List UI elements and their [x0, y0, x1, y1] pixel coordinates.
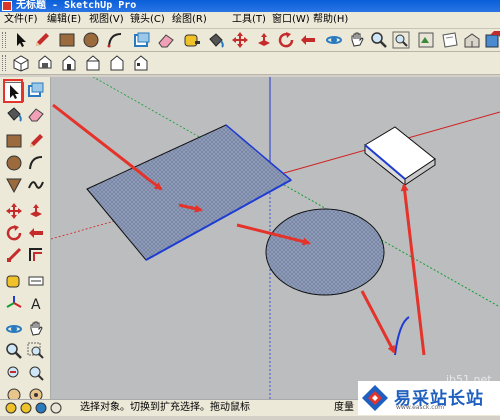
push-pull-icon[interactable] — [27, 202, 45, 220]
main-toolbar — [0, 29, 500, 52]
zoom-tool-icon[interactable] — [5, 342, 23, 360]
circle-tool-icon[interactable] — [82, 31, 100, 49]
text-tool-icon[interactable]: A — [27, 294, 45, 312]
follow-me-icon[interactable] — [27, 224, 45, 242]
orbit-tool-icon[interactable] — [5, 320, 23, 338]
drawing-viewport[interactable] — [51, 77, 500, 399]
move-tool-icon[interactable] — [231, 31, 249, 49]
rectangle-face[interactable] — [86, 124, 292, 261]
status-icons — [4, 401, 64, 420]
axes-tool-icon[interactable] — [5, 294, 23, 312]
make-component-icon[interactable] — [27, 81, 45, 99]
annotation-arrow — [52, 103, 163, 191]
zoom-window-icon[interactable] — [27, 342, 45, 360]
measurement-label: 度量 — [334, 402, 354, 413]
menu-edit[interactable]: 编辑(E) — [47, 12, 81, 28]
menu-view[interactable]: 视图(V) — [89, 12, 124, 28]
make-component-icon[interactable] — [133, 31, 151, 49]
zoom-extents-icon[interactable] — [392, 31, 410, 49]
pan-tool-icon[interactable] — [27, 320, 45, 338]
tape-measure-icon[interactable] — [183, 31, 201, 49]
circle-tool-icon[interactable] — [5, 154, 23, 172]
top-view-icon[interactable] — [36, 54, 54, 72]
right-view-icon[interactable] — [84, 54, 102, 72]
offset-tool-icon[interactable] — [27, 246, 45, 264]
menu-help[interactable]: 帮助(H) — [313, 12, 348, 28]
watermark: 易采站长站 www.easck.com — [358, 381, 500, 415]
menu-camera[interactable]: 镜头(C) — [130, 12, 165, 28]
push-pull-icon[interactable] — [255, 31, 273, 49]
pencil-tool-icon[interactable] — [33, 31, 51, 49]
move-tool-icon[interactable] — [5, 202, 23, 220]
materials-icon[interactable] — [441, 31, 459, 49]
dimension-tool-icon[interactable] — [27, 272, 45, 290]
rectangle-tool-icon[interactable] — [5, 132, 23, 150]
menu-file[interactable]: 文件(F) — [4, 12, 38, 28]
scale-tool-icon[interactable] — [5, 246, 23, 264]
select-tool-icon[interactable] — [12, 31, 30, 49]
watermark-url: www.easck.com — [396, 404, 445, 411]
left-view-icon[interactable] — [132, 54, 150, 72]
front-view-icon[interactable] — [60, 54, 78, 72]
left-tool-palette: A — [0, 77, 51, 402]
select-tool-highlight — [3, 79, 23, 103]
toolbar-grip[interactable] — [2, 32, 6, 48]
annotation-arrow — [360, 290, 396, 354]
pencil-tool-icon[interactable] — [27, 132, 45, 150]
rotate-tool-icon[interactable] — [277, 31, 295, 49]
title-bar: 无标题 - SketchUp Pro — [0, 0, 500, 12]
svg-text:A: A — [31, 297, 41, 312]
zoom-tool-icon[interactable] — [370, 31, 388, 49]
rectangle-tool-icon[interactable] — [58, 31, 76, 49]
freehand-tool-icon[interactable] — [27, 176, 45, 194]
eraser-tool-icon[interactable] — [27, 105, 45, 123]
paint-bucket-icon[interactable] — [207, 31, 225, 49]
circle-face[interactable] — [265, 208, 385, 296]
window-title: 无标题 - SketchUp Pro — [16, 0, 137, 11]
warehouse-icon[interactable] — [463, 31, 481, 49]
menu-window[interactable]: 窗口(W) — [272, 12, 310, 28]
tape-measure-icon[interactable] — [5, 272, 23, 290]
paint-bucket-icon[interactable] — [5, 105, 23, 123]
status-hint: 选择对象。切换到扩充选择。拖动鼠标 — [80, 402, 250, 413]
follow-me-icon[interactable] — [299, 31, 317, 49]
orbit-tool-icon[interactable] — [325, 31, 343, 49]
menu-draw[interactable]: 绘图(R) — [172, 12, 207, 28]
menu-bar: 文件(F) 编辑(E) 视图(V) 镜头(C) 绘图(R) 工具(T) 窗口(W… — [0, 12, 500, 29]
zoom-extents-icon[interactable] — [27, 364, 45, 382]
extension-icon[interactable] — [484, 31, 500, 49]
back-view-icon[interactable] — [108, 54, 126, 72]
watermark-logo-icon — [362, 385, 388, 411]
views-toolbar — [0, 52, 500, 75]
sketchup-app-icon — [2, 1, 12, 11]
pan-tool-icon[interactable] — [348, 31, 366, 49]
iso-view-icon[interactable] — [12, 54, 30, 72]
scene-canvas[interactable] — [51, 77, 500, 399]
polygon-tool-icon[interactable] — [5, 176, 23, 194]
components-icon[interactable] — [417, 31, 435, 49]
previous-view-icon[interactable] — [5, 364, 23, 382]
arc-curve[interactable] — [394, 316, 410, 356]
annotation-arrow — [400, 183, 426, 356]
rotate-tool-icon[interactable] — [5, 224, 23, 242]
eraser-tool-icon[interactable] — [157, 31, 175, 49]
menu-tools[interactable]: 工具(T) — [232, 12, 266, 28]
arc-tool-icon[interactable] — [27, 154, 45, 172]
arc-tool-icon[interactable] — [106, 31, 124, 49]
toolbar-grip[interactable] — [2, 55, 6, 71]
